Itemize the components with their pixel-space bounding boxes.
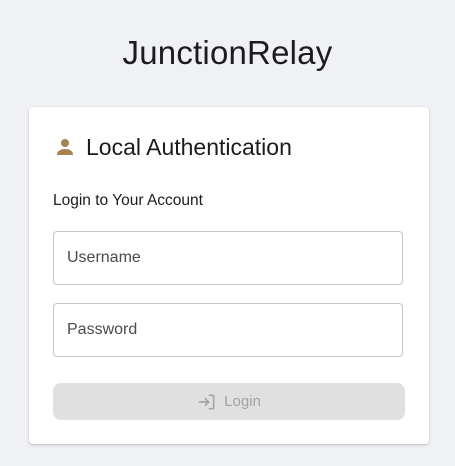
card-title: Local Authentication [86,134,292,160]
login-button[interactable]: Login [53,383,405,420]
card-header: Local Authentication [53,131,292,163]
person-icon [53,135,77,159]
login-icon [197,392,217,412]
username-input[interactable] [54,232,402,284]
login-button-label: Login [224,393,261,410]
username-field [53,231,403,285]
login-subtitle: Login to Your Account [53,192,203,209]
login-card: Local Authentication Login to Your Accou… [29,107,429,444]
password-field [53,303,403,357]
app-title: JunctionRelay [122,34,333,71]
password-input[interactable] [54,304,402,356]
